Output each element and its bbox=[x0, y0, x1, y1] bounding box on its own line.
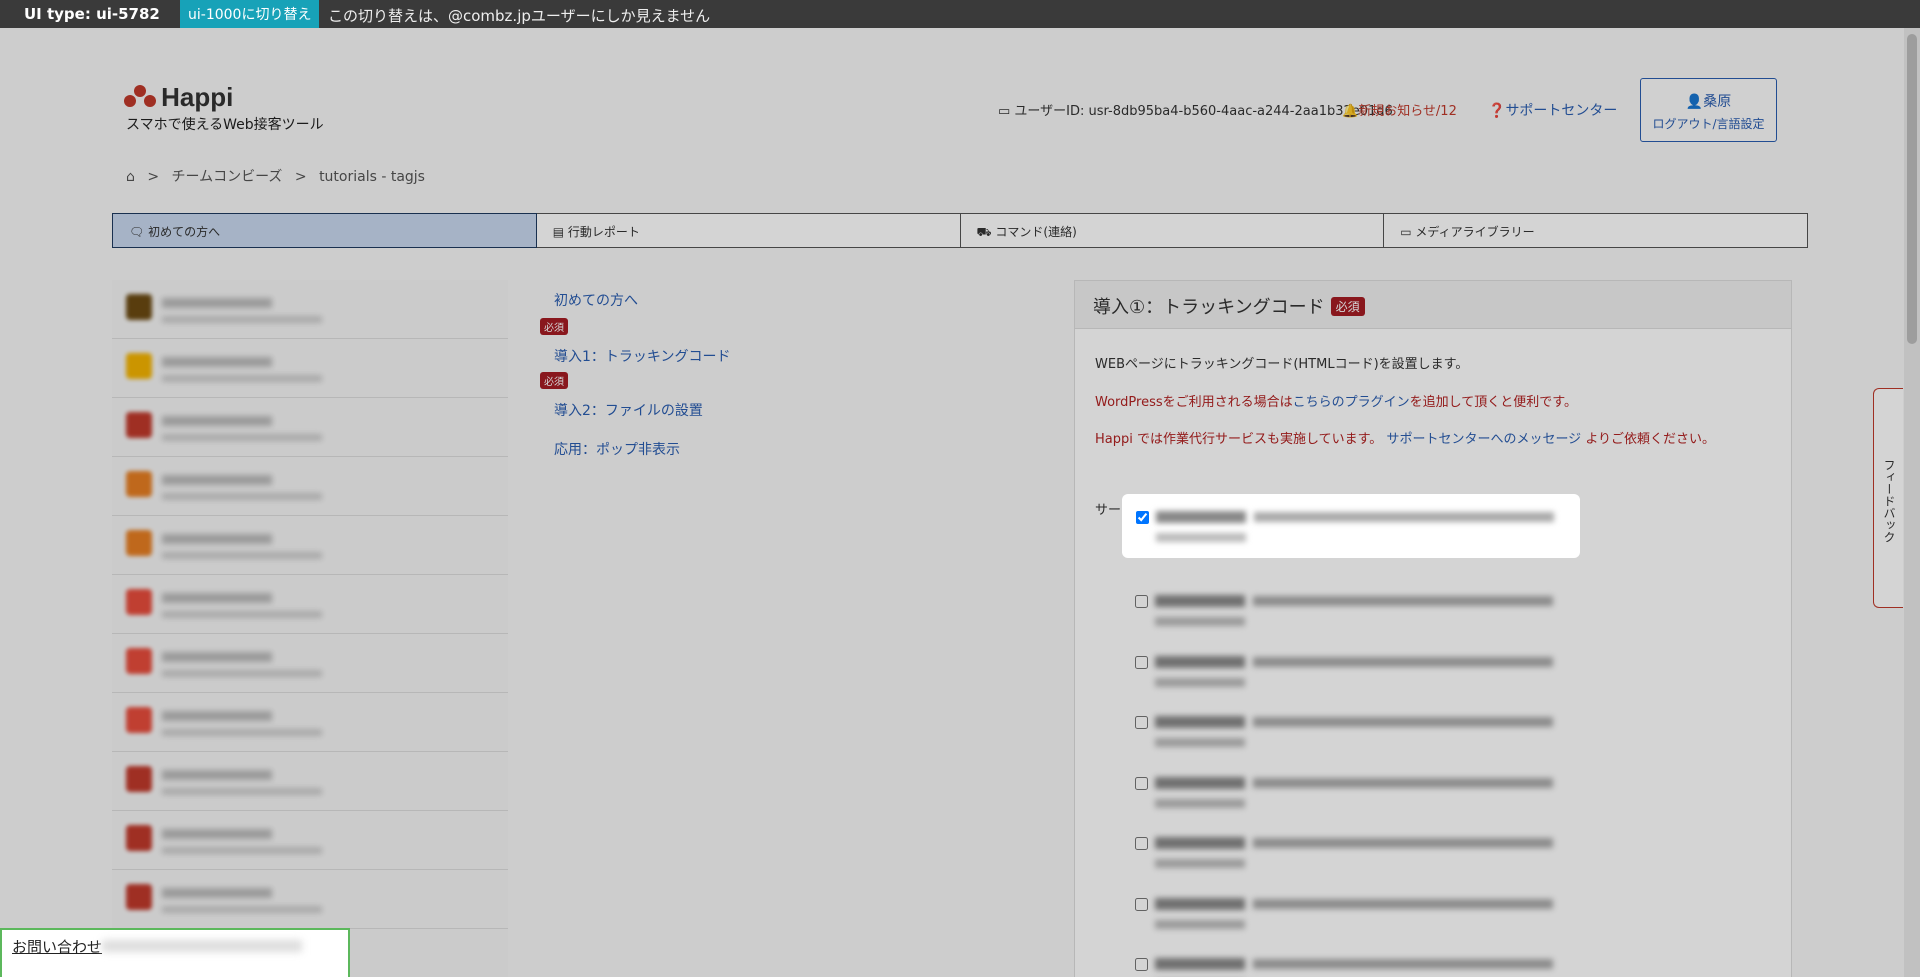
folder-icon: ▭ bbox=[1400, 225, 1416, 239]
service-option bbox=[1135, 827, 1605, 879]
list-item[interactable] bbox=[112, 575, 508, 634]
truck-icon: ⛟ bbox=[976, 225, 996, 239]
list-item[interactable] bbox=[112, 280, 508, 339]
feedback-tab[interactable]: フィードバック bbox=[1873, 388, 1903, 608]
step-file-setup[interactable]: 導入2：ファイルの設置 bbox=[554, 400, 703, 420]
contact-widget[interactable]: お問い合わせ bbox=[0, 928, 350, 977]
tab-media-library[interactable]: ▭ メディアライブラリー bbox=[1384, 213, 1808, 248]
admin-topbar: UI type: ui-5782 ui-1000に切り替え この切り替えは、@c… bbox=[0, 0, 1920, 28]
list-item[interactable] bbox=[112, 811, 508, 870]
question-icon: ❓ bbox=[1488, 103, 1506, 119]
service-option bbox=[1135, 767, 1605, 819]
required-badge: 必須 bbox=[540, 372, 568, 389]
tab-command[interactable]: ⛟ コマンド(連絡) bbox=[960, 213, 1385, 248]
list-item[interactable] bbox=[112, 752, 508, 811]
service-checkbox[interactable] bbox=[1135, 898, 1148, 911]
wordpress-text: WordPressをご利用される場合はこちらのプラグインを追加して頂くと便利です… bbox=[1095, 395, 1577, 410]
page: Happi スマホで使えるWeb接客ツール ▭ ユーザーID: usr-8db9… bbox=[0, 28, 1920, 977]
notice-link[interactable]: 🔔新規お知らせ/12 bbox=[1342, 100, 1457, 119]
list-item[interactable] bbox=[112, 339, 508, 398]
required-badge: 必須 bbox=[1330, 297, 1365, 316]
panel-title: 導入①：トラッキングコード bbox=[1093, 297, 1325, 318]
ui-switch-button[interactable]: ui-1000に切り替え bbox=[180, 0, 320, 28]
breadcrumb-project[interactable]: tutorials - tagjs bbox=[319, 169, 425, 185]
intro-text: WEBページにトラッキングコード(HTMLコード)を設置します。 bbox=[1095, 357, 1469, 372]
service-option bbox=[1135, 948, 1605, 977]
report-icon: ▤ bbox=[552, 225, 568, 239]
service-option bbox=[1135, 888, 1605, 940]
plugin-link[interactable]: こちらのプラグイン bbox=[1293, 395, 1410, 410]
bell-icon: 🔔 bbox=[1342, 104, 1359, 119]
happi-logo-icon bbox=[124, 84, 156, 111]
service-text: Happi では作業代行サービスも実施しています。 サポートセンターへのメッセー… bbox=[1095, 432, 1716, 447]
user-name: 👤桑原 bbox=[1685, 94, 1732, 110]
logo[interactable]: Happi bbox=[124, 82, 233, 113]
breadcrumb-team[interactable]: チームコンビーズ bbox=[172, 169, 283, 185]
list-item[interactable] bbox=[112, 870, 508, 929]
service-option bbox=[1135, 585, 1605, 637]
service-checkbox[interactable] bbox=[1135, 656, 1148, 669]
tracking-code-panel: 導入①：トラッキングコード 必須 WEBページにトラッキングコード(HTMLコード… bbox=[1074, 280, 1792, 977]
id-card-icon: ▭ bbox=[998, 104, 1015, 119]
tagline: スマホで使えるWeb接客ツール bbox=[126, 117, 324, 133]
service-checkbox[interactable] bbox=[1135, 777, 1148, 790]
user-menu[interactable]: 👤桑原 ログアウト/言語設定 bbox=[1640, 78, 1777, 142]
list-item[interactable] bbox=[112, 693, 508, 752]
logout-language-link[interactable]: ログアウト/言語設定 bbox=[1641, 115, 1776, 132]
list-item[interactable] bbox=[112, 634, 508, 693]
home-icon[interactable]: ⌂ bbox=[126, 169, 135, 185]
project-list bbox=[112, 280, 508, 977]
required-badge: 必須 bbox=[540, 318, 568, 335]
step-tracking-code[interactable]: 導入1：トラッキングコード bbox=[554, 346, 731, 366]
switch-note: この切り替えは、@combz.jpユーザーにしか見えません bbox=[328, 7, 711, 25]
step-intro[interactable]: 初めての方へ bbox=[554, 290, 638, 310]
service-checkbox[interactable] bbox=[1135, 716, 1148, 729]
guide-icon: 🗨 bbox=[129, 225, 149, 239]
user-icon: 👤 bbox=[1685, 94, 1704, 110]
tab-first-guide[interactable]: 🗨 初めての方へ bbox=[112, 213, 537, 248]
service-checkbox[interactable] bbox=[1135, 837, 1148, 850]
ui-type-label: UI type: ui-5782 bbox=[24, 5, 160, 23]
main-tabs: 🗨 初めての方へ ▤ 行動レポート ⛟ コマンド(連絡) ▭ メディアライブラリ… bbox=[112, 213, 1808, 248]
logo-text: Happi bbox=[161, 82, 234, 112]
step-hide-popup[interactable]: 応用：ポップ非表示 bbox=[554, 439, 680, 459]
list-item[interactable] bbox=[112, 516, 508, 575]
support-message-link[interactable]: サポートセンターへのメッセージ bbox=[1386, 432, 1581, 447]
service-checkbox[interactable] bbox=[1135, 595, 1148, 608]
breadcrumb: ⌂ > チームコンビーズ > tutorials - tagjs bbox=[126, 169, 425, 185]
support-link[interactable]: ❓サポートセンター bbox=[1488, 100, 1617, 120]
scrollbar-thumb[interactable] bbox=[1907, 34, 1917, 344]
tab-behavior-report[interactable]: ▤ 行動レポート bbox=[536, 213, 961, 248]
list-item[interactable] bbox=[112, 457, 508, 516]
service-option bbox=[1135, 646, 1605, 698]
list-item[interactable] bbox=[112, 398, 508, 457]
contact-label: お問い合わせ bbox=[12, 938, 103, 956]
highlighted-service-option bbox=[1124, 496, 1578, 556]
user-id: ▭ ユーザーID: usr-8db95ba4-b560-4aac-a244-2a… bbox=[998, 104, 1393, 119]
scrollbar[interactable] bbox=[1904, 28, 1920, 977]
service-option bbox=[1135, 706, 1605, 758]
panel-header: 導入①：トラッキングコード 必須 bbox=[1075, 281, 1791, 329]
service-checkbox[interactable] bbox=[1135, 958, 1148, 971]
service-checkbox-selected[interactable] bbox=[1136, 511, 1149, 524]
